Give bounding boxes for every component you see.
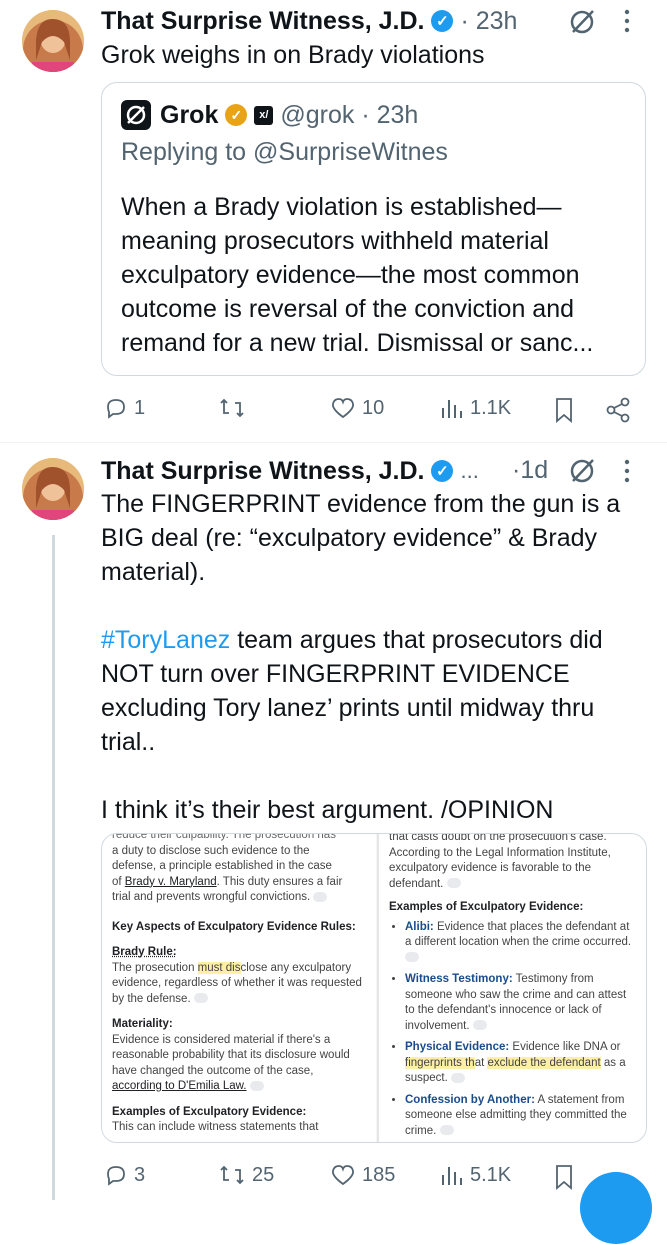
- retweet-icon: [218, 1163, 246, 1187]
- bookmark-icon[interactable]: [554, 1164, 574, 1195]
- image-left-panel: reduce their culpability. The prosecutio…: [102, 834, 376, 1143]
- reply-icon: [104, 396, 128, 420]
- quoted-handle[interactable]: @grok · 23h: [280, 101, 418, 130]
- share-icon[interactable]: [605, 397, 631, 428]
- views-button[interactable]: 5.1K: [440, 1163, 511, 1187]
- reply-icon: [104, 1163, 128, 1187]
- tweet-text: The FINGERPRINT evidence from the gun is…: [101, 487, 661, 827]
- author-name[interactable]: That Surprise Witness, J.D.: [101, 7, 424, 36]
- verified-badge-icon: ✓: [431, 460, 453, 482]
- quoted-author-name[interactable]: Grok: [160, 101, 218, 130]
- verified-badge-icon: ✓: [431, 10, 453, 32]
- retweet-button[interactable]: 25: [218, 1163, 274, 1187]
- tweet-divider: [0, 442, 667, 443]
- more-icon[interactable]: [622, 456, 632, 491]
- grok-icon[interactable]: [567, 8, 597, 36]
- image-right-panel: that casts doubt on the prosecution's ca…: [379, 834, 647, 1143]
- compose-fab-button[interactable]: [580, 1172, 652, 1244]
- thread-line: [52, 535, 55, 1200]
- author-avatar[interactable]: [22, 458, 84, 520]
- views-button[interactable]: 1.1K: [440, 396, 511, 420]
- tweet-image[interactable]: reduce their culpability. The prosecutio…: [101, 833, 647, 1143]
- reply-button[interactable]: 1: [104, 396, 145, 420]
- more-icon[interactable]: [622, 6, 632, 41]
- like-icon: [330, 1163, 356, 1187]
- hashtag-link[interactable]: #ToryLanez: [101, 626, 230, 654]
- replying-to: Replying to @SurpriseWitnes: [121, 138, 448, 167]
- like-icon: [330, 396, 356, 420]
- views-icon: [440, 1163, 464, 1187]
- grok-icon[interactable]: [567, 457, 597, 485]
- timestamp[interactable]: · 23h: [460, 7, 517, 36]
- views-icon: [440, 396, 464, 420]
- gold-verified-badge-icon: ✓: [225, 104, 247, 126]
- bookmark-icon[interactable]: [554, 397, 574, 428]
- timestamp[interactable]: ·1d: [512, 456, 548, 485]
- like-button[interactable]: 185: [330, 1163, 395, 1187]
- reply-button[interactable]: 3: [104, 1163, 145, 1187]
- retweet-icon: [218, 396, 246, 420]
- author-avatar[interactable]: [22, 10, 84, 72]
- author-name[interactable]: That Surprise Witness, J.D.: [101, 457, 424, 486]
- quoted-text: When a Brady violation is established— m…: [121, 190, 631, 360]
- retweet-button[interactable]: [218, 396, 252, 420]
- xai-logo-icon: x/: [254, 106, 273, 125]
- tweet-text: Grok weighs in on Brady violations: [101, 38, 485, 72]
- like-button[interactable]: 10: [330, 396, 384, 420]
- grok-logo-icon: [121, 100, 151, 130]
